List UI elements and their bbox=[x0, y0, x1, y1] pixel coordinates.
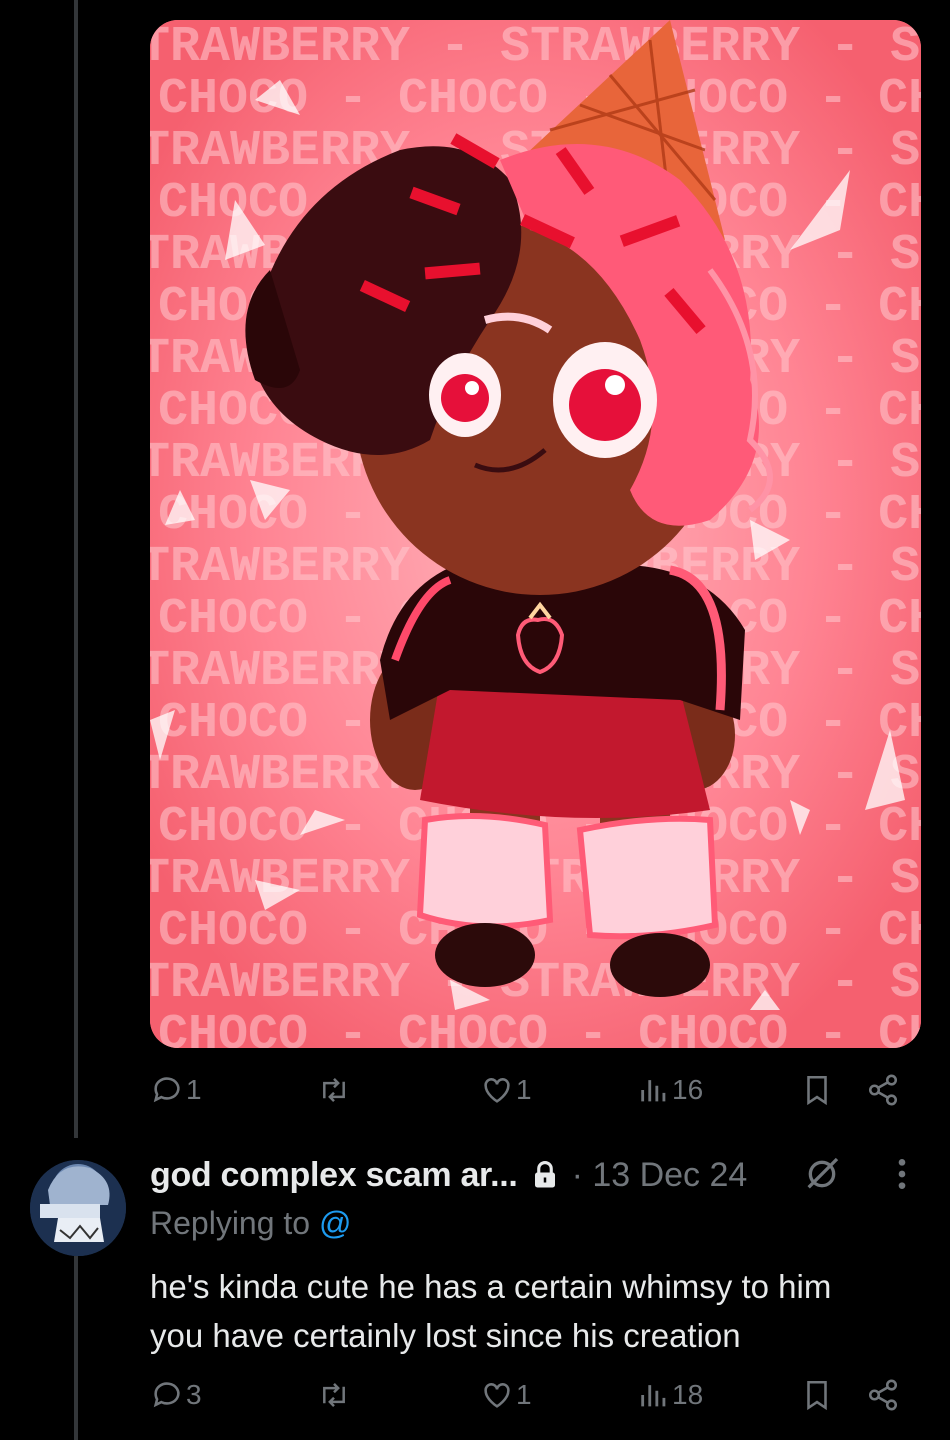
reply-timestamp[interactable]: · 13 Dec 24 bbox=[572, 1156, 748, 1195]
share-icon bbox=[868, 1379, 898, 1411]
avatar[interactable] bbox=[30, 1160, 126, 1256]
reply-author-name[interactable]: god complex scam ar... bbox=[150, 1156, 518, 1195]
artwork-pattern-text: STRAWBERRY - STRAWBERRY - STRAWBERRY - S… bbox=[150, 955, 921, 1012]
like-button[interactable]: 1 bbox=[480, 1370, 532, 1420]
views-button[interactable]: 16 bbox=[638, 1065, 703, 1115]
reply-button[interactable]: 3 bbox=[150, 1370, 202, 1420]
reply-header: god complex scam ar... · 13 Dec 24 bbox=[150, 1150, 910, 1200]
reply-icon bbox=[153, 1077, 180, 1103]
like-count: 1 bbox=[516, 1074, 532, 1105]
views-count: 16 bbox=[672, 1074, 704, 1105]
repost-icon bbox=[323, 1383, 345, 1407]
heart-icon bbox=[484, 1078, 510, 1103]
like-button[interactable]: 1 bbox=[480, 1065, 532, 1115]
share-button[interactable] bbox=[866, 1370, 900, 1420]
post-image[interactable]: STRAWBERRY - STRAWBERRY - STRAWBERRY - S… bbox=[150, 20, 921, 1048]
thread-connector-line bbox=[74, 0, 78, 1138]
reply-count: 3 bbox=[186, 1379, 202, 1410]
reply-text-line: you have certainly lost since his creati… bbox=[150, 1317, 741, 1354]
reply-action-bar: 3 1 18 bbox=[150, 1370, 910, 1420]
heart-icon bbox=[484, 1383, 510, 1408]
avatar-image bbox=[30, 1160, 126, 1256]
reply-icon bbox=[153, 1382, 180, 1408]
more-options-icon[interactable] bbox=[888, 1154, 916, 1203]
replying-to-handle[interactable]: @ bbox=[319, 1205, 351, 1241]
repost-icon bbox=[323, 1078, 345, 1102]
views-count: 18 bbox=[672, 1379, 704, 1410]
analytics-icon bbox=[641, 1385, 666, 1407]
thread-connector-line-lower bbox=[74, 1256, 78, 1440]
reply-count: 1 bbox=[186, 1074, 202, 1105]
replying-to: Replying to @ bbox=[150, 1205, 351, 1242]
bookmark-button[interactable] bbox=[802, 1370, 832, 1420]
bookmark-icon bbox=[807, 1075, 827, 1106]
reply-body: he's kinda cute he has a certain whimsy … bbox=[150, 1262, 930, 1360]
share-icon bbox=[868, 1074, 898, 1106]
lock-icon bbox=[532, 1160, 558, 1190]
reply-text-line: he's kinda cute he has a certain whimsy … bbox=[150, 1268, 832, 1305]
artwork-pattern-text: STRAWBERRY - STRAWBERRY - STRAWBERRY - S… bbox=[150, 20, 921, 76]
replying-to-label: Replying to bbox=[150, 1205, 311, 1241]
share-button[interactable] bbox=[866, 1065, 900, 1115]
repost-button[interactable] bbox=[316, 1370, 352, 1420]
bookmark-icon bbox=[807, 1380, 827, 1411]
reply-button[interactable]: 1 bbox=[150, 1065, 202, 1115]
cookie-character-artwork: STRAWBERRY - STRAWBERRY - STRAWBERRY - S… bbox=[150, 20, 921, 1048]
grok-icon[interactable] bbox=[802, 1154, 842, 1203]
artwork-pattern-text: CHOCO - CHOCO - CHOCO - CHOCO - CHOCO - … bbox=[158, 1007, 921, 1048]
views-button[interactable]: 18 bbox=[638, 1370, 703, 1420]
analytics-icon bbox=[641, 1080, 666, 1102]
repost-button[interactable] bbox=[316, 1065, 352, 1115]
like-count: 1 bbox=[516, 1379, 532, 1410]
bookmark-button[interactable] bbox=[802, 1065, 832, 1115]
post-action-bar: 1 1 16 bbox=[150, 1065, 910, 1115]
